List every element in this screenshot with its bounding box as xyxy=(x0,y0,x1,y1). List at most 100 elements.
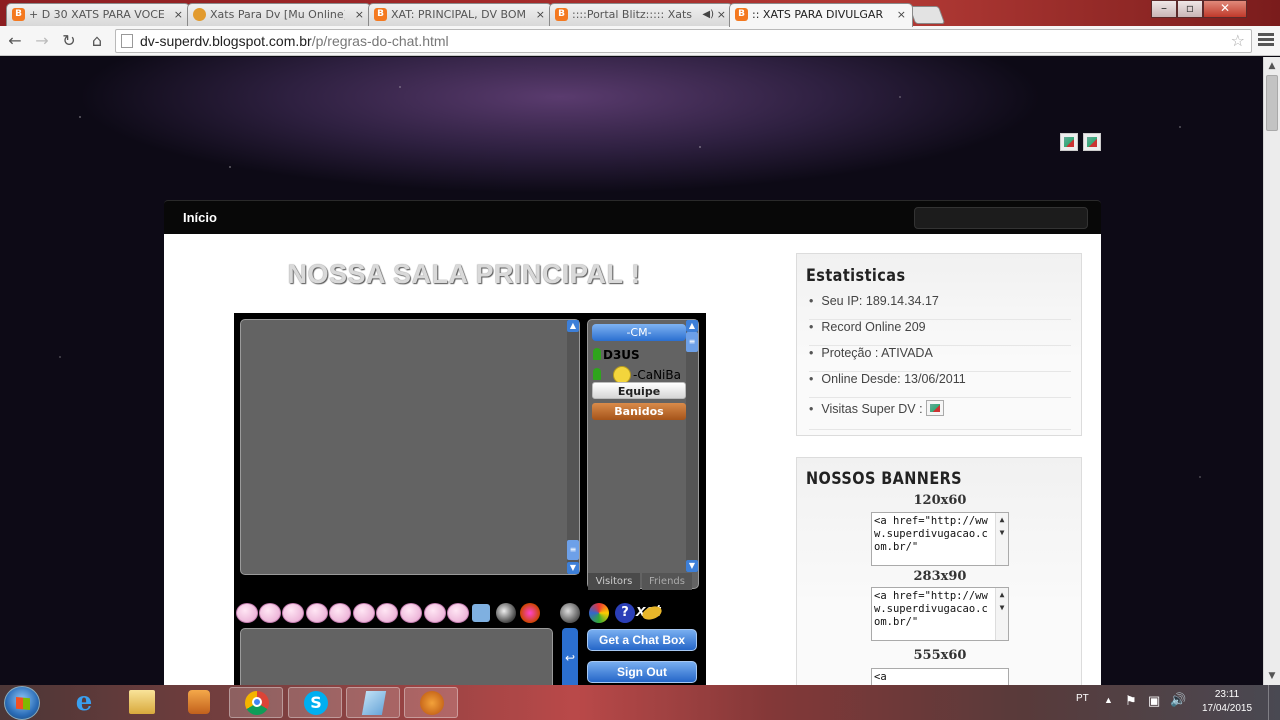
smiley-icon[interactable] xyxy=(400,603,422,623)
chrome-menu-icon[interactable] xyxy=(1258,31,1274,49)
textarea-scrollbar[interactable]: ▲ ▼ xyxy=(995,513,1008,565)
power-icon[interactable] xyxy=(520,603,540,623)
tab-d30-xats[interactable]: B + D 30 XATS PARA VOCE × xyxy=(6,3,190,26)
page-viewport: Início NOSSA SALA PRINCIPAL ! ▲ ≡ ▼ -CM-… xyxy=(0,57,1263,685)
scroll-down-arrow-icon[interactable]: ▼ xyxy=(686,560,698,572)
user-item[interactable]: D3US xyxy=(593,348,640,362)
close-tab-icon[interactable]: × xyxy=(536,4,545,25)
smiley-icon[interactable] xyxy=(447,603,469,623)
close-tab-icon[interactable]: × xyxy=(355,4,364,25)
scroll-up-arrow-icon[interactable]: ▲ xyxy=(1264,58,1280,74)
reload-icon[interactable]: ↻ xyxy=(58,30,80,52)
tab-xat-principal[interactable]: B XAT: PRINCIPAL, DV BOM × xyxy=(368,3,552,26)
back-arrow-icon[interactable]: ← xyxy=(4,30,26,52)
settings-icon[interactable] xyxy=(560,603,580,623)
show-hidden-icons-arrow-icon[interactable]: ▲ xyxy=(1104,695,1113,705)
start-button[interactable] xyxy=(4,686,40,720)
get-more-smilies-icon[interactable] xyxy=(472,604,490,622)
scroll-thumb[interactable]: ≡ xyxy=(567,540,579,560)
help-icon[interactable]: ? xyxy=(615,603,635,623)
taskbar-skype[interactable]: S xyxy=(288,687,342,718)
close-tab-icon[interactable]: × xyxy=(897,4,906,25)
broken-image-icon xyxy=(926,400,945,416)
group-header-cm[interactable]: -CM- xyxy=(592,324,686,341)
sign-out-button[interactable]: Sign Out xyxy=(587,661,697,683)
scroll-thumb[interactable] xyxy=(1266,75,1278,131)
get-chat-box-button[interactable]: Get a Chat Box xyxy=(587,629,697,651)
skype-icon: S xyxy=(304,691,328,715)
page-scrollbar[interactable]: ▲ ▼ xyxy=(1263,57,1280,685)
scroll-up-arrow-icon[interactable]: ▲ xyxy=(686,320,698,332)
broken-image-icon[interactable] xyxy=(1060,133,1078,151)
tab-friends[interactable]: Friends xyxy=(642,573,692,590)
maximize-button[interactable]: ▫ xyxy=(1177,0,1203,18)
smiley-icon[interactable] xyxy=(306,603,328,623)
smiley-icon[interactable] xyxy=(329,603,351,623)
user-list-tabs: Visitors Friends xyxy=(588,573,700,590)
group-equipe[interactable]: Equipe xyxy=(592,382,686,399)
clock-time: 23:11 xyxy=(1214,689,1240,700)
smiley-icon[interactable] xyxy=(353,603,375,623)
minimize-button[interactable]: – xyxy=(1151,0,1177,18)
smiley-icon[interactable] xyxy=(282,603,304,623)
chat-messages-area[interactable]: ▲ ≡ ▼ xyxy=(240,319,580,575)
bookmark-star-icon[interactable]: ☆ xyxy=(1231,31,1245,50)
broken-image-icon[interactable] xyxy=(1083,133,1101,151)
user-list-panel: -CM- D3US -CaNiBa Equipe Banidos ▲ ≡ ▼ V… xyxy=(587,319,700,590)
close-tab-icon[interactable]: × xyxy=(174,4,183,25)
stat-protection: Proteção : ATIVADA xyxy=(809,346,1071,372)
taskbar-notepad[interactable] xyxy=(346,687,400,718)
smiley-icon[interactable] xyxy=(376,603,398,623)
network-icon[interactable]: ▣ xyxy=(1148,693,1160,709)
sound-icon[interactable] xyxy=(496,603,516,623)
taskbar-internet-explorer[interactable]: e xyxy=(57,687,111,718)
user-name: D3US xyxy=(603,348,640,362)
smiley-icon[interactable] xyxy=(236,603,258,623)
language-indicator[interactable]: PT xyxy=(1076,693,1089,704)
groups-icon[interactable] xyxy=(589,603,609,623)
xat-icon xyxy=(193,8,206,21)
taskbar-file-explorer[interactable] xyxy=(115,687,169,718)
close-tab-icon[interactable]: × xyxy=(717,4,726,25)
address-bar[interactable]: dv-superdv.blogspot.com.br/p/regras-do-c… xyxy=(115,29,1252,53)
tab-xats-para-divulgar[interactable]: B :: XATS PARA DIVULGAR × xyxy=(729,3,913,27)
close-window-button[interactable]: ✕ xyxy=(1203,0,1247,18)
textarea-scrollbar[interactable]: ▲ ▼ xyxy=(995,588,1008,640)
banner-code-textarea[interactable]: <a href="http://www.superdivugacao.com.b… xyxy=(871,587,1009,641)
scroll-down-arrow-icon[interactable]: ▼ xyxy=(567,562,579,574)
scroll-thumb[interactable]: ≡ xyxy=(686,332,698,352)
send-arrow-icon[interactable]: ↩ xyxy=(562,628,578,685)
forward-arrow-icon[interactable]: → xyxy=(31,30,53,52)
users-scrollbar[interactable]: ▲ ≡ ▼ xyxy=(686,320,698,572)
new-tab-button[interactable] xyxy=(908,6,946,24)
scroll-down-arrow-icon[interactable]: ▼ xyxy=(1264,668,1280,684)
search-input[interactable] xyxy=(914,207,1088,229)
nav-home-link[interactable]: Início xyxy=(183,210,217,225)
tab-xats-para-dv[interactable]: Xats Para Dv [Mu Online] × xyxy=(187,3,371,26)
banners-widget: NOSSOS BANNERS 120x60 <a href="http://ww… xyxy=(796,457,1082,685)
stat-text: Seu IP: 189.14.34.17 xyxy=(821,294,939,308)
speaker-icon: ◀) xyxy=(702,9,714,20)
tab-portal-blitz[interactable]: B ::::Portal Blitz::::: Xats L ◀) × xyxy=(549,3,733,26)
volume-icon[interactable]: 🔊 xyxy=(1170,692,1186,708)
show-desktop-button[interactable] xyxy=(1268,685,1280,720)
system-clock[interactable]: 23:11 17/04/2015 xyxy=(1196,688,1258,716)
group-banidos[interactable]: Banidos xyxy=(592,403,686,420)
action-center-flag-icon[interactable]: ⚑ xyxy=(1125,693,1137,709)
messages-scrollbar[interactable]: ▲ ≡ ▼ xyxy=(567,320,579,574)
taskbar-chrome[interactable] xyxy=(229,687,283,718)
banner-code-textarea[interactable]: <a xyxy=(871,668,1009,685)
smiley-icon[interactable] xyxy=(259,603,281,623)
banner-code-textarea[interactable]: <a href="http://www.superdivugacao.com.b… xyxy=(871,512,1009,566)
stats-widget: Estatisticas Seu IP: 189.14.34.17 Record… xyxy=(796,253,1082,436)
taskbar-xat[interactable] xyxy=(404,687,458,718)
tab-visitors[interactable]: Visitors xyxy=(588,573,640,590)
blog-nav-bar: Início xyxy=(164,200,1101,234)
scroll-up-arrow-icon[interactable]: ▲ xyxy=(567,320,579,332)
chat-message-input[interactable] xyxy=(240,628,553,685)
clock-date: 17/04/2015 xyxy=(1201,703,1253,714)
smiley-icon[interactable] xyxy=(424,603,446,623)
stat-text: Online Desde: 13/06/2011 xyxy=(821,372,966,386)
home-icon[interactable]: ⌂ xyxy=(86,30,108,52)
taskbar-media-player[interactable] xyxy=(172,687,226,718)
